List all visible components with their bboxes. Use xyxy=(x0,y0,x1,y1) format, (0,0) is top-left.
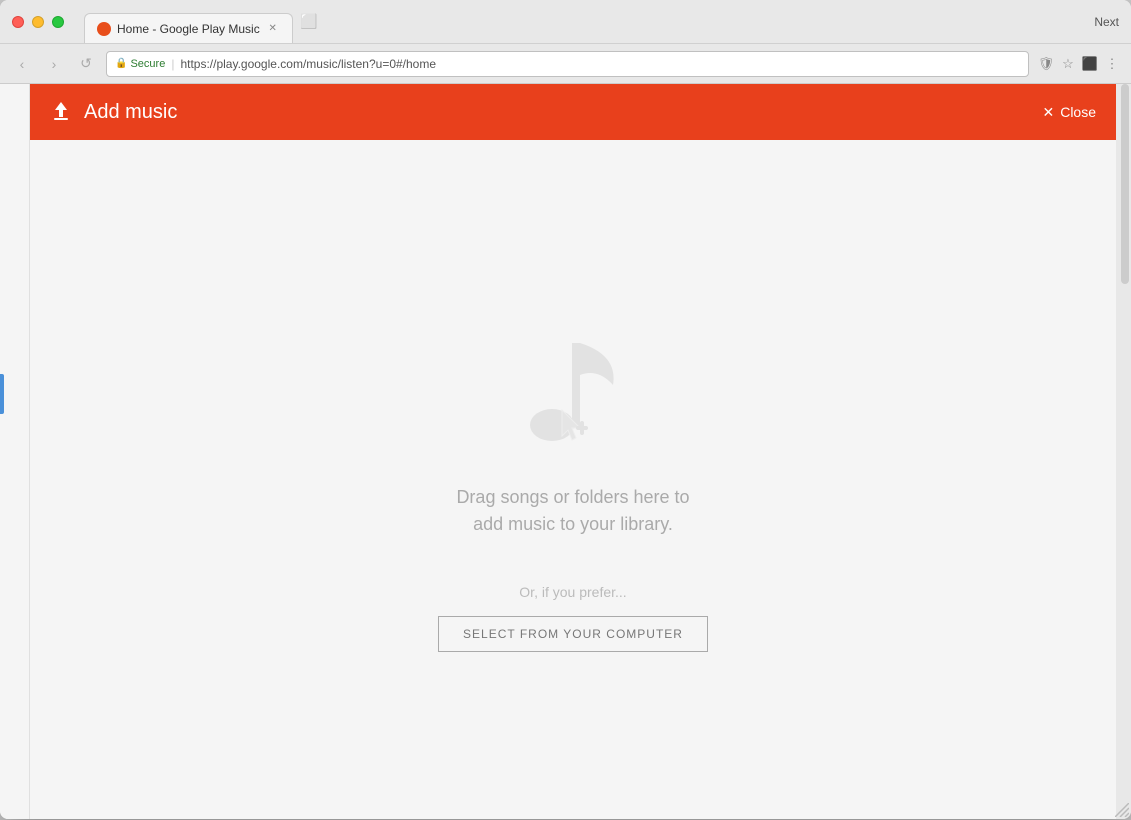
bookmark-icon[interactable]: ☆ xyxy=(1059,55,1077,73)
shield-icon[interactable]: 🛡 xyxy=(1037,55,1055,73)
sidebar xyxy=(0,84,30,819)
url-divider: | xyxy=(171,57,174,71)
refresh-button[interactable]: ↺ xyxy=(74,52,98,76)
new-tab-button[interactable]: ⬜ xyxy=(295,10,323,34)
scrollbar-thumb xyxy=(1121,84,1129,284)
window-next-label: Next xyxy=(1094,15,1119,29)
resize-handle[interactable] xyxy=(1115,803,1129,817)
select-from-computer-button[interactable]: SELECT FROM YOUR COMPUTER xyxy=(438,616,708,652)
close-panel-button[interactable]: ✕ Close xyxy=(1042,104,1096,121)
close-label: Close xyxy=(1060,104,1096,120)
drop-zone: Drag songs or folders here to add music … xyxy=(30,140,1116,819)
forward-button[interactable]: › xyxy=(42,52,66,76)
minimize-window-button[interactable] xyxy=(32,16,44,28)
address-bar[interactable]: 🔒 Secure | https://play.google.com/music… xyxy=(106,51,1029,77)
close-window-button[interactable] xyxy=(12,16,24,28)
tab-title: Home - Google Play Music xyxy=(117,22,260,36)
drag-text-line2: add music to your library. xyxy=(473,514,673,534)
traffic-lights xyxy=(12,16,64,28)
cast-icon[interactable]: ⬛ xyxy=(1081,55,1099,73)
active-tab[interactable]: Home - Google Play Music ✕ xyxy=(84,13,293,43)
url-text: https://play.google.com/music/listen?u=0… xyxy=(180,57,436,71)
close-icon: ✕ xyxy=(1042,104,1054,121)
add-music-header: Add music ✕ Close xyxy=(30,84,1116,140)
address-bar-row: ‹ › ↺ 🔒 Secure | https://play.google.com… xyxy=(0,44,1131,84)
back-button[interactable]: ‹ xyxy=(10,52,34,76)
tab-favicon xyxy=(97,22,111,36)
add-music-title: Add music xyxy=(84,101,1042,124)
maximize-window-button[interactable] xyxy=(52,16,64,28)
music-note-icon-area xyxy=(508,308,638,468)
music-note-icon xyxy=(508,313,638,463)
title-bar: Home - Google Play Music ✕ ⬜ Next xyxy=(0,0,1131,44)
content-area: Add music ✕ Close xyxy=(0,84,1131,819)
sidebar-accent xyxy=(0,374,4,414)
secure-label: Secure xyxy=(130,58,165,70)
browser-window: Home - Google Play Music ✕ ⬜ Next ‹ › ↺ … xyxy=(0,0,1131,819)
scrollbar[interactable] xyxy=(1116,84,1131,819)
secure-badge: 🔒 Secure xyxy=(115,58,165,70)
main-content: Add music ✕ Close xyxy=(30,84,1116,819)
or-prefer-label: Or, if you prefer... xyxy=(519,584,626,600)
tab-bar: Home - Google Play Music ✕ ⬜ xyxy=(84,0,323,43)
tab-close-button[interactable]: ✕ xyxy=(266,22,280,36)
drag-text-line1: Drag songs or folders here to xyxy=(456,487,689,507)
browser-icons-right: 🛡 ☆ ⬛ ⋮ xyxy=(1037,55,1121,73)
drag-text: Drag songs or folders here to add music … xyxy=(456,484,689,538)
lock-icon: 🔒 xyxy=(115,58,127,69)
menu-icon[interactable]: ⋮ xyxy=(1103,55,1121,73)
upload-icon xyxy=(50,99,72,126)
